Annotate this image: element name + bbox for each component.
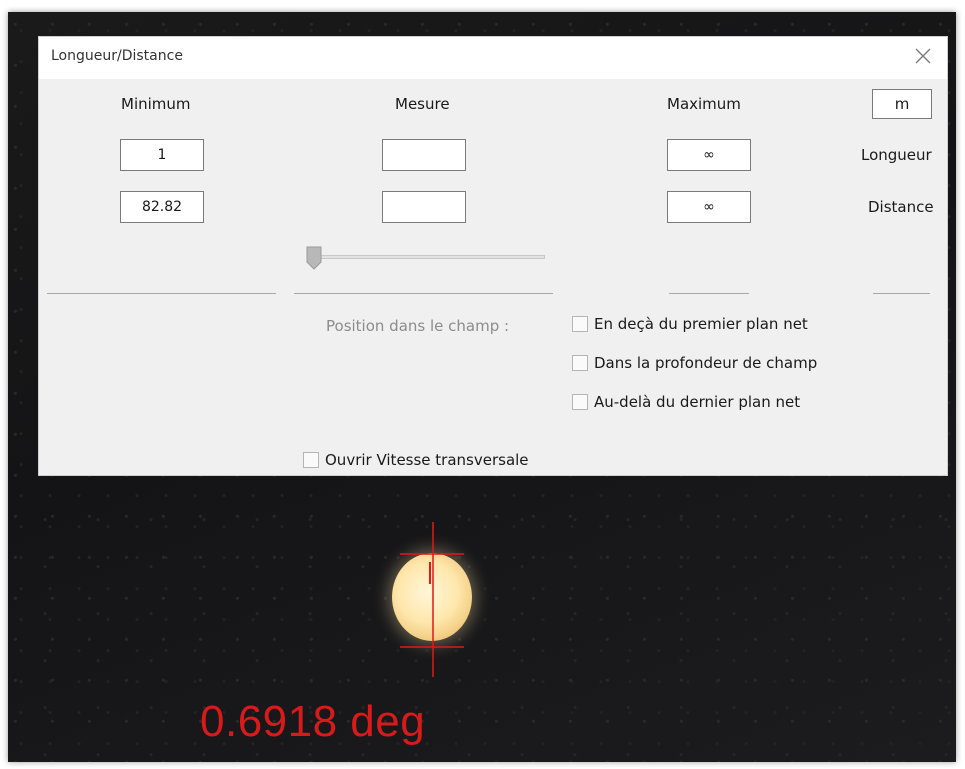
angle-readout: 0.6918 deg (200, 697, 426, 746)
dialog-title: Longueur/Distance (51, 48, 183, 64)
close-icon[interactable] (911, 44, 935, 68)
distance-min-field[interactable]: 82.82 (120, 191, 204, 223)
separator-mesure (294, 293, 553, 294)
longueur-label: Longueur (861, 146, 932, 164)
checkbox-ouvrir-vitesse-label: Ouvrir Vitesse transversale (325, 451, 529, 469)
header-mesure: Mesure (395, 95, 450, 113)
checkbox-box[interactable] (303, 452, 319, 468)
longueur-max-field[interactable]: ∞ (667, 139, 751, 171)
checkbox-au-dela-label: Au-delà du dernier plan net (594, 393, 801, 411)
longueur-mesure-field[interactable] (382, 139, 466, 171)
separator-minimum (47, 293, 276, 294)
checkbox-ouvrir-vitesse[interactable]: Ouvrir Vitesse transversale (303, 451, 529, 469)
distance-label: Distance (868, 198, 934, 216)
checkbox-box[interactable] (572, 355, 588, 371)
checkbox-en-deca[interactable]: En deçà du premier plan net (572, 315, 808, 333)
distance-max-field[interactable]: ∞ (667, 191, 751, 223)
longueur-min-field[interactable]: 1 (120, 139, 204, 171)
checkbox-profondeur[interactable]: Dans la profondeur de champ (572, 354, 817, 372)
distance-mesure-field[interactable] (382, 191, 466, 223)
slider-thumb-icon[interactable] (306, 246, 322, 270)
checkbox-box[interactable] (572, 394, 588, 410)
dialog-titlebar: Longueur/Distance (39, 37, 947, 79)
checkbox-box[interactable] (572, 316, 588, 332)
header-maximum: Maximum (667, 95, 741, 113)
longueur-distance-dialog: Longueur/Distance Minimum Mesure Maximum… (38, 36, 948, 476)
separator-unit (873, 293, 930, 294)
position-label: Position dans le champ : (326, 317, 510, 335)
separator-maximum (669, 293, 749, 294)
mesure-slider-track[interactable] (309, 255, 545, 259)
header-minimum: Minimum (121, 95, 191, 113)
crosshair-marker (400, 522, 464, 677)
checkbox-profondeur-label: Dans la profondeur de champ (594, 354, 818, 372)
checkbox-au-dela[interactable]: Au-delà du dernier plan net (572, 393, 800, 411)
unit-button[interactable]: m (872, 89, 932, 119)
checkbox-en-deca-label: En deçà du premier plan net (594, 315, 808, 333)
